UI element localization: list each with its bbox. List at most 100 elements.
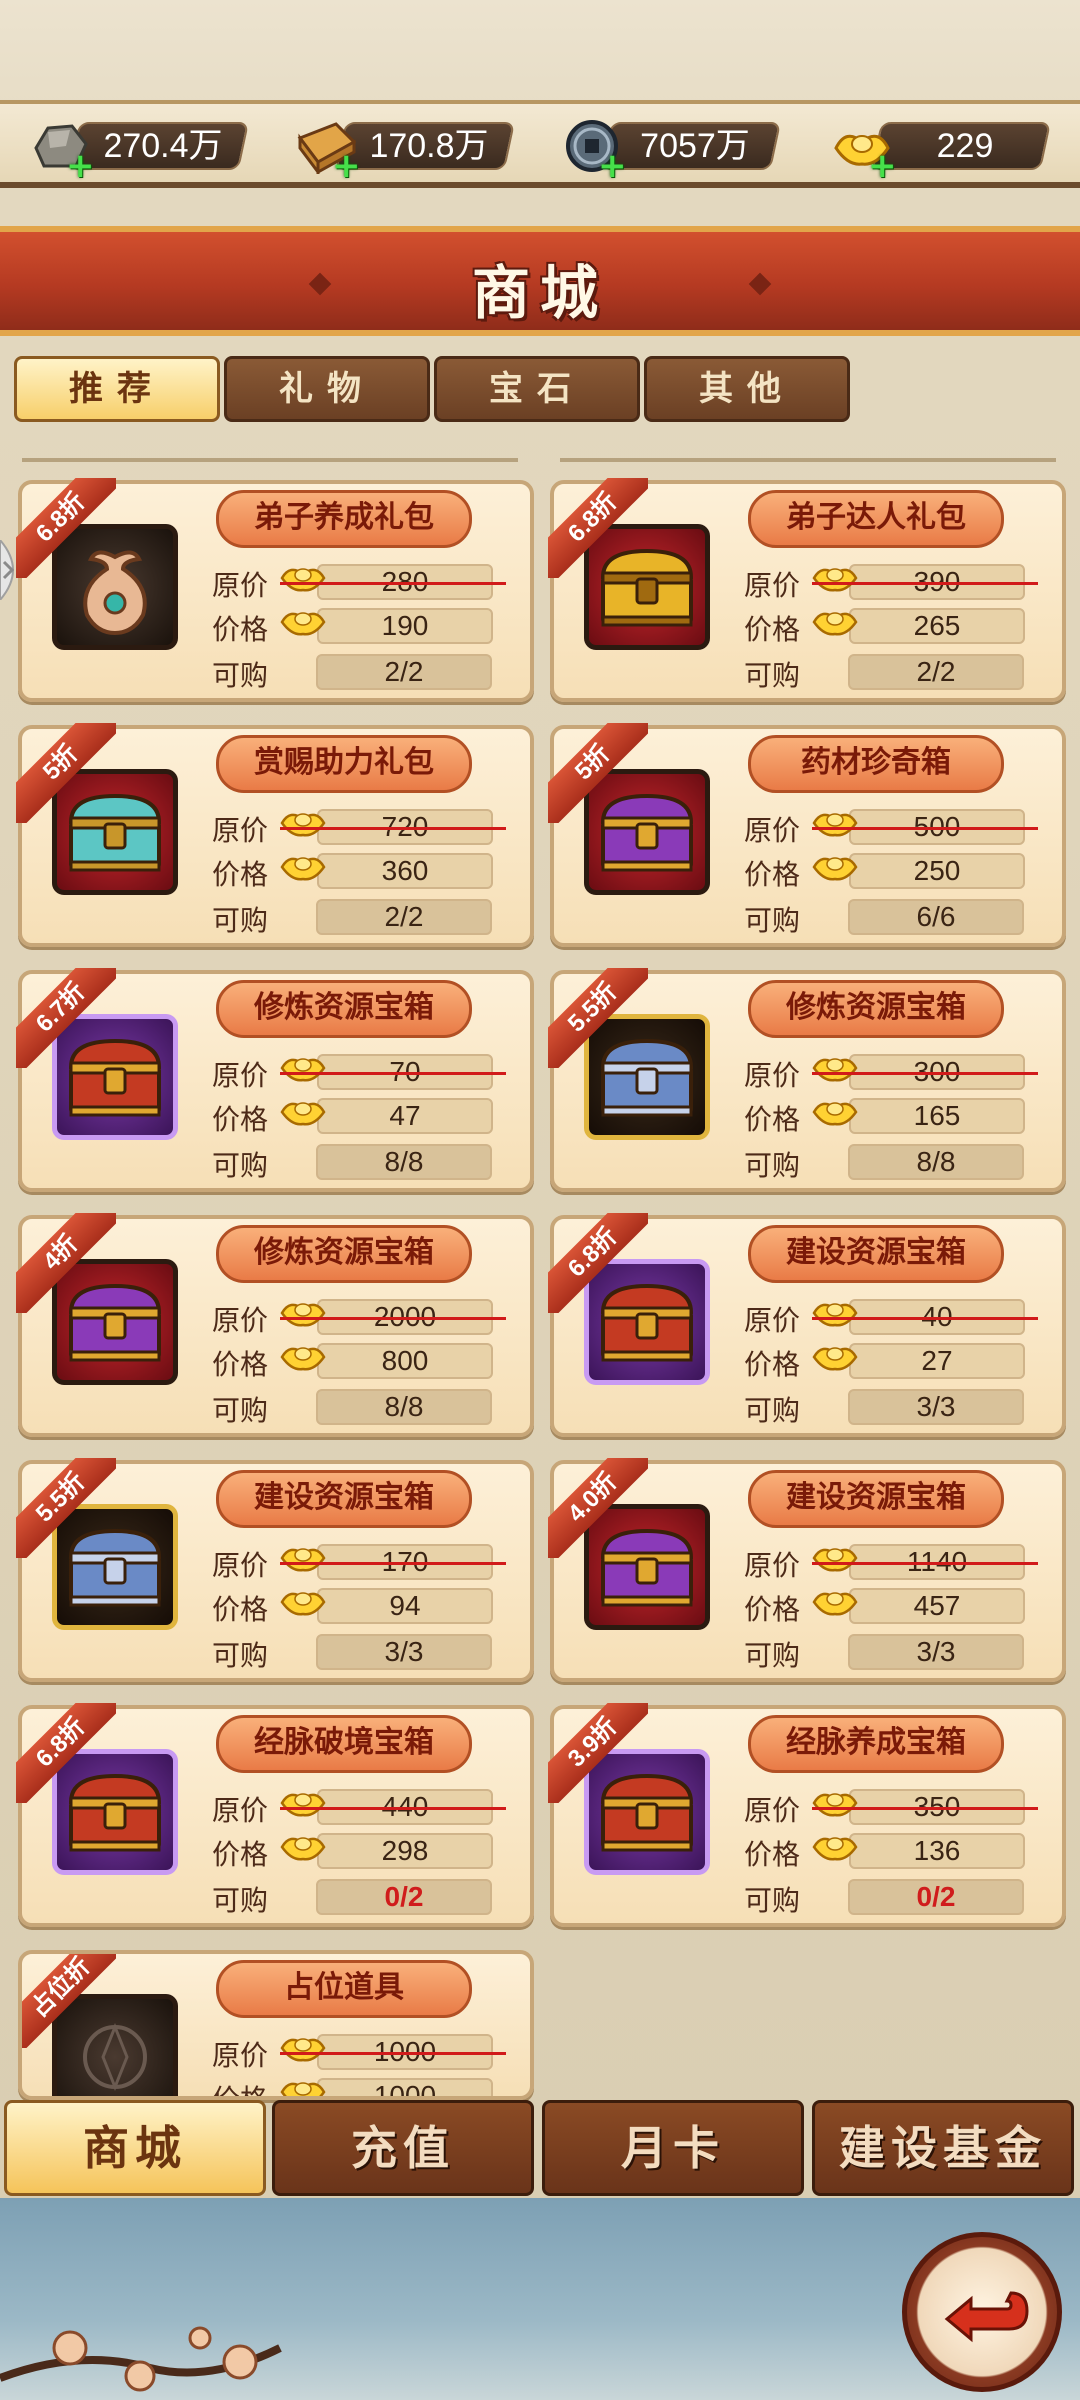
price-strikethrough [812,1562,1038,1565]
item-name: 建设资源宝箱 [216,1470,472,1528]
resource-coin[interactable]: + 7057万 [562,118,782,183]
price-strikethrough [280,1562,506,1565]
gold-ingot-icon [812,1347,858,1371]
shop-item-card[interactable]: 5.5折 建设资源宝箱 原价 170 价格 94 可购 3/3 [16,1458,534,1682]
tab-gems[interactable]: 宝石 [434,356,640,422]
resource-wood[interactable]: + 170.8万 [296,118,516,183]
resource-stone[interactable]: + 270.4万 [30,118,250,183]
gold-ingot-icon [280,1058,326,1082]
gold-ingot-icon [280,1548,326,1572]
item-name: 占位道具 [216,1960,472,2018]
shop-item-card[interactable]: 占位折 占位道具 原价 1000 价格 1000 [18,1950,534,2100]
price-label: 价格 [212,613,269,646]
stock-value: 0/2 [316,1879,492,1915]
shop-item-card[interactable]: 4.0折 建设资源宝箱 原价 1140 价格 457 可购 3/3 [548,1458,1066,1682]
price-value: 136 [849,1833,1025,1869]
shop-item-card[interactable]: 6.8折 弟子达人礼包 原价 390 价格 265 可购 2/2 [548,478,1066,702]
shop-item-card[interactable]: 6.7折 修炼资源宝箱 原价 70 价格 47 可购 8/8 [16,968,534,1192]
price-value: 47 [317,1098,493,1134]
gold-ingot-icon [812,1592,858,1616]
plum-branch-icon [0,2326,282,2392]
discount-badge: 6.8折 [548,1213,648,1313]
gold-value: 229 [936,127,994,165]
nav-monthly-card[interactable]: 月卡 [542,2100,804,2196]
stock-value: 2/2 [316,654,492,690]
nav-recharge[interactable]: 充值 [272,2100,534,2196]
discount-badge: 5.5折 [16,1458,116,1558]
discount-badge: 占位折 [22,1954,116,2048]
tab-other[interactable]: 其他 [644,356,850,422]
shop-item-card[interactable]: 3.9折 经脉养成宝箱 原价 350 价格 136 可购 0/2 [548,1703,1066,1927]
back-arrow-icon [944,2291,1029,2343]
page-title: 商城 [471,259,608,327]
item-name: 弟子养成礼包 [216,490,472,548]
tab-recommended[interactable]: 推荐 [14,356,220,422]
discount-badge: 5折 [548,723,648,823]
price-label: 价格 [212,1103,269,1136]
stock-label: 可购 [744,1884,801,1917]
price-strikethrough [812,582,1038,585]
nav-build-fund[interactable]: 建设基金 [812,2100,1074,2196]
shop-item-card[interactable]: 6.8折 经脉破境宝箱 原价 440 价格 298 可购 0/2 [16,1703,534,1927]
discount-label: 4折 [16,1213,116,1313]
shop-item-card[interactable]: 5.5折 修炼资源宝箱 原价 300 价格 165 可购 8/8 [548,968,1066,1192]
item-name: 修炼资源宝箱 [748,980,1004,1038]
gold-ingot-icon [280,612,326,636]
gold-ingot-icon [812,1102,858,1126]
item-name: 弟子达人礼包 [748,490,1004,548]
stock-value: 2/2 [316,899,492,935]
original-price-label: 原价 [212,1549,269,1582]
gold-ingot-icon [812,1548,858,1572]
discount-label: 4.0折 [548,1458,648,1558]
item-name: 经脉养成宝箱 [748,1715,1004,1773]
shop-item-card[interactable]: 5折 赏赐助力礼包 原价 720 价格 360 可购 2/2 [16,723,534,947]
price-value: 27 [849,1343,1025,1379]
stock-label: 可购 [744,904,801,937]
gold-ingot-icon [280,857,326,881]
price-value: 190 [317,608,493,644]
back-button[interactable] [902,2232,1062,2392]
discount-badge: 6.8折 [548,478,648,578]
discount-label: 5折 [548,723,648,823]
price-label: 价格 [212,2083,269,2100]
stock-label: 可购 [744,659,801,692]
nav-shop[interactable]: 商城 [4,2100,266,2196]
original-price-label: 原价 [212,1304,269,1337]
discount-label: 6.8折 [548,1213,648,1313]
discount-badge: 5.5折 [548,968,648,1068]
tab-gifts[interactable]: 礼物 [224,356,430,422]
stock-value: 3/3 [316,1634,492,1670]
shop-item-card[interactable]: 4折 修炼资源宝箱 原价 2000 价格 800 可购 8/8 [16,1213,534,1437]
stock-value: 0/2 [848,1879,1024,1915]
shop-item-card[interactable]: 5折 药材珍奇箱 原价 500 价格 250 可购 6/6 [548,723,1066,947]
stock-value: 3/3 [848,1389,1024,1425]
gold-ingot-icon [812,857,858,881]
price-strikethrough [280,1317,506,1320]
price-value: 360 [317,853,493,889]
discount-label: 占位折 [22,1954,116,2048]
resource-bar: + 270.4万 + 170.8万 + 7057万 + 229 [0,100,1080,188]
price-value: 800 [317,1343,493,1379]
discount-label: 6.8折 [548,478,648,578]
item-name: 赏赐助力礼包 [216,735,472,793]
stock-value: 8/8 [316,1389,492,1425]
shop-item-card[interactable]: 6.8折 弟子养成礼包 原价 280 价格 190 可购 2/2 [16,478,534,702]
price-strikethrough [280,582,506,585]
bottom-nav: 商城 充值 月卡 建设基金 [0,2100,1080,2198]
discount-label: 6.8折 [16,478,116,578]
price-strikethrough [812,1072,1038,1075]
gold-ingot-icon [812,612,858,636]
gold-ingot-icon [280,1303,326,1327]
original-price-label: 原价 [744,1059,801,1092]
shop-item-card[interactable]: 6.8折 建设资源宝箱 原价 40 价格 27 可购 3/3 [548,1213,1066,1437]
discount-label: 5折 [16,723,116,823]
price-label: 价格 [212,1593,269,1626]
price-strikethrough [280,827,506,830]
item-name: 药材珍奇箱 [748,735,1004,793]
price-value: 265 [849,608,1025,644]
resource-gold[interactable]: + 229 [832,118,1052,183]
divider [22,458,518,462]
original-price-label: 原价 [744,1549,801,1582]
discount-badge: 3.9折 [548,1703,648,1803]
stock-value: 3/3 [848,1634,1024,1670]
